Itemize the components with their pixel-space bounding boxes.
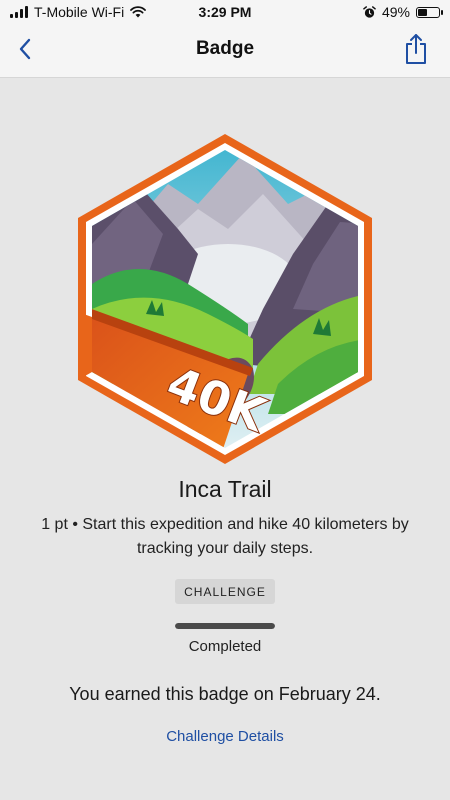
share-icon [406,34,426,64]
progress-fill [175,623,275,629]
badge-artwork: 40K [78,134,372,464]
category-chip: CHALLENGE [175,579,275,604]
challenge-details-link-row: Challenge Details [0,728,450,745]
share-button[interactable] [400,32,432,66]
challenge-details-link[interactable]: Challenge Details [166,728,284,745]
battery-icon [416,6,443,18]
status-right: 49% [363,4,443,20]
progress-status: Completed [188,638,262,655]
badge-name: Inca Trail [178,476,272,502]
page-title: Badge [195,38,255,59]
inca-trail-badge-image: 40K [78,134,372,464]
battery-fill [418,8,428,16]
navigation-bar: Badge [0,24,450,78]
battery-percent: 49% [381,4,410,20]
earned-date-text: You earned this badge on February 24. [69,684,381,704]
status-bar: T-Mobile Wi-Fi 3:29 PM 49% [0,0,450,24]
alarm-icon [363,5,376,18]
progress-bar [175,623,275,629]
badge-description: 1 pt • Start this expedition and hike 40… [41,516,409,557]
